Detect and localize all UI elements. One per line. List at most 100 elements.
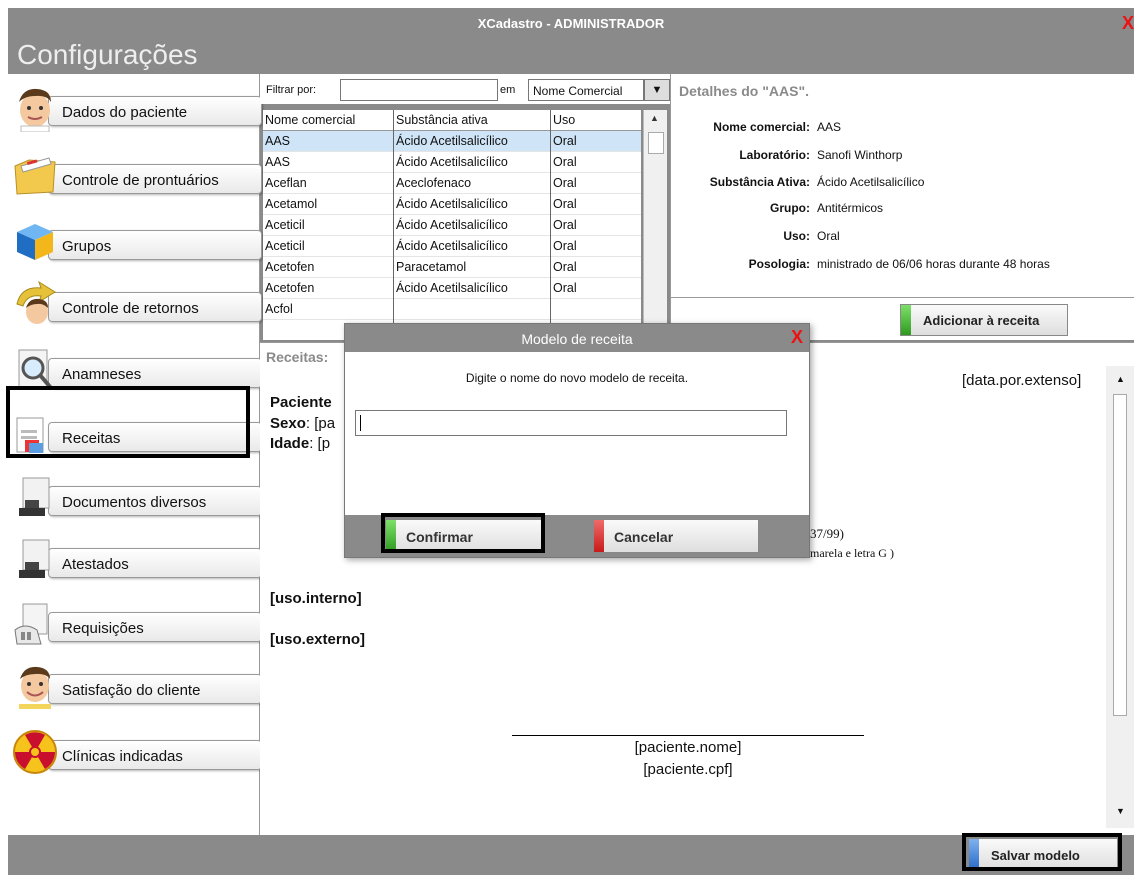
table-row[interactable]: Acetamol Ácido Acetilsalicílico Oral bbox=[263, 194, 641, 215]
table-row[interactable]: Acetofen Paracetamol Oral bbox=[263, 257, 641, 278]
add-to-prescription-button[interactable]: Adicionar à receita bbox=[900, 304, 1068, 336]
page-header: Configurações bbox=[8, 38, 1134, 74]
table-cell: Acetofen bbox=[265, 260, 315, 274]
uso-interno-placeholder: [uso.interno] bbox=[270, 590, 362, 607]
sidebar-item-grupos[interactable]: Grupos bbox=[8, 212, 262, 272]
detail-value: Oral bbox=[817, 229, 840, 243]
signature-cpf: [paciente.cpf] bbox=[643, 761, 733, 778]
sexo-key: Sexo bbox=[270, 415, 306, 432]
requisition-icon bbox=[14, 603, 48, 645]
window-titlebar: XCadastro - ADMINISTRADOR X bbox=[8, 8, 1134, 38]
table-cell: Paracetamol bbox=[396, 260, 467, 274]
dialog-titlebar: Modelo de receita X bbox=[345, 324, 809, 352]
table-cell: Oral bbox=[553, 218, 577, 232]
scrollbar-thumb[interactable] bbox=[1113, 394, 1127, 716]
sidebar-item-atestados[interactable]: Atestados bbox=[8, 530, 262, 590]
table-row[interactable]: Aceflan Aceclofenaco Oral bbox=[263, 173, 641, 194]
close-icon[interactable]: X bbox=[791, 327, 803, 348]
sidebar-item-label: Controle de prontuários bbox=[62, 172, 219, 189]
window-close-button[interactable]: X bbox=[1122, 13, 1134, 34]
sidebar-item-label: Requisições bbox=[62, 620, 144, 637]
button-label: Cancelar bbox=[614, 529, 674, 545]
sidebar-item-label: Clínicas indicadas bbox=[62, 748, 183, 765]
column-header-nome-comercial[interactable]: Nome comercial bbox=[265, 113, 393, 127]
sidebar-item-label: Controle de retornos bbox=[62, 300, 199, 317]
cube-icon bbox=[17, 224, 53, 260]
table-row[interactable]: AAS Ácido Acetilsalicílico Oral bbox=[263, 152, 641, 173]
paciente-label: Paciente bbox=[270, 394, 332, 411]
idade-line: Idade: [p bbox=[270, 435, 330, 452]
sidebar-item-controle-de-prontuarios[interactable]: Controle de prontuários bbox=[8, 146, 262, 206]
editor-scrollbar[interactable]: ▲ ▼ bbox=[1106, 366, 1134, 828]
table-cell: Aceclofenaco bbox=[396, 176, 472, 190]
signature-line bbox=[512, 735, 864, 736]
sidebar-item-label: Documentos diversos bbox=[62, 494, 207, 511]
highlight-box-confirmar bbox=[381, 513, 545, 553]
sexo-value: : [pa bbox=[305, 415, 336, 432]
table-cell: Oral bbox=[553, 134, 577, 148]
detail-value: Sanofi Winthorp bbox=[817, 148, 903, 162]
detail-value: Ácido Acetilsalicílico bbox=[817, 175, 925, 189]
table-row[interactable]: Aceticil Ácido Acetilsalicílico Oral bbox=[263, 215, 641, 236]
table-header-row: Nome comercial Substância ativa Uso bbox=[263, 110, 641, 131]
table-cell: Oral bbox=[553, 260, 577, 274]
sidebar-item-documentos-diversos[interactable]: Documentos diversos bbox=[8, 468, 262, 528]
detail-key: Uso: bbox=[783, 229, 810, 243]
happy-doctor-icon bbox=[19, 666, 51, 709]
column-header-uso[interactable]: Uso bbox=[553, 113, 575, 127]
table-row[interactable]: AAS Ácido Acetilsalicílico Oral bbox=[263, 131, 641, 152]
folder-icon bbox=[14, 157, 56, 195]
sidebar-item-satisfacao-do-cliente[interactable]: Satisfação do cliente bbox=[8, 656, 262, 716]
scroll-up-icon[interactable]: ▲ bbox=[650, 113, 659, 123]
sidebar-item-dados-do-paciente[interactable]: Dados do paciente bbox=[8, 78, 262, 138]
button-accent bbox=[901, 305, 911, 335]
template-name-input[interactable] bbox=[355, 410, 787, 436]
sidebar-item-label: Dados do paciente bbox=[62, 104, 188, 121]
detail-key: Substância Ativa: bbox=[709, 175, 810, 189]
table-cell: Oral bbox=[553, 197, 577, 211]
table-cell: Ácido Acetilsalicílico bbox=[396, 134, 508, 148]
stamp-document-icon bbox=[19, 477, 50, 516]
sidebar-item-label: Grupos bbox=[62, 238, 112, 255]
table-scrollbar[interactable]: ▲ bbox=[643, 110, 667, 340]
table-cell: Aceticil bbox=[265, 218, 305, 232]
stamp-certificate-icon bbox=[19, 539, 50, 578]
sidebar-item-requisicoes[interactable]: Requisições bbox=[8, 594, 262, 654]
date-placeholder: [data.por.extenso] bbox=[962, 372, 1082, 389]
dialog-title: Modelo de receita bbox=[521, 331, 633, 347]
scrollbar-thumb[interactable] bbox=[648, 132, 664, 154]
detail-key: Laboratório: bbox=[739, 148, 810, 162]
return-arrow-icon bbox=[16, 280, 56, 324]
sidebar-item-controle-de-retornos[interactable]: Controle de retornos bbox=[8, 274, 262, 334]
window-title: XCadastro - ADMINISTRADOR bbox=[477, 16, 665, 31]
detail-value: AAS bbox=[817, 120, 842, 134]
filter-field-select[interactable]: Nome Comercial bbox=[528, 79, 644, 101]
table-cell: Ácido Acetilsalicílico bbox=[396, 239, 508, 253]
table-cell: Acetamol bbox=[265, 197, 318, 211]
table-cell: Ácido Acetilsalicílico bbox=[396, 197, 508, 211]
column-header-substancia-ativa[interactable]: Substância ativa bbox=[396, 113, 554, 127]
table-cell: Oral bbox=[553, 239, 577, 253]
table-cell: Aceflan bbox=[265, 176, 307, 190]
table-row[interactable]: Acetofen Ácido Acetilsalicílico Oral bbox=[263, 278, 641, 299]
chevron-down-icon[interactable]: ▼ bbox=[644, 79, 670, 101]
filter-label: Filtrar por: bbox=[266, 84, 317, 96]
page-title: Configurações bbox=[17, 39, 198, 70]
table-row[interactable]: Aceticil Ácido Acetilsalicílico Oral bbox=[263, 236, 641, 257]
table-row[interactable]: Acfol bbox=[263, 299, 641, 320]
idade-key: Idade bbox=[270, 435, 310, 452]
cancel-button[interactable]: Cancelar bbox=[593, 519, 759, 553]
uso-externo-placeholder: [uso.externo] bbox=[270, 631, 366, 648]
sexo-line: Sexo: [pa bbox=[270, 415, 335, 432]
table-cell: Acfol bbox=[265, 302, 293, 316]
details-title: Detalhes do "AAS". bbox=[679, 83, 809, 99]
detail-value: ministrado de 06/06 horas durante 48 hor… bbox=[817, 257, 1050, 271]
table-cell: AAS bbox=[265, 134, 291, 148]
filter-input[interactable] bbox=[340, 79, 498, 101]
sidebar-item-clinicas-indicadas[interactable]: Clínicas indicadas bbox=[8, 722, 262, 782]
scroll-up-icon[interactable]: ▲ bbox=[1116, 374, 1125, 384]
table-cell: Oral bbox=[553, 176, 577, 190]
scroll-down-icon[interactable]: ▼ bbox=[1116, 806, 1125, 816]
doctor-face-icon bbox=[19, 88, 51, 132]
detail-key: Nome comercial: bbox=[713, 120, 810, 134]
